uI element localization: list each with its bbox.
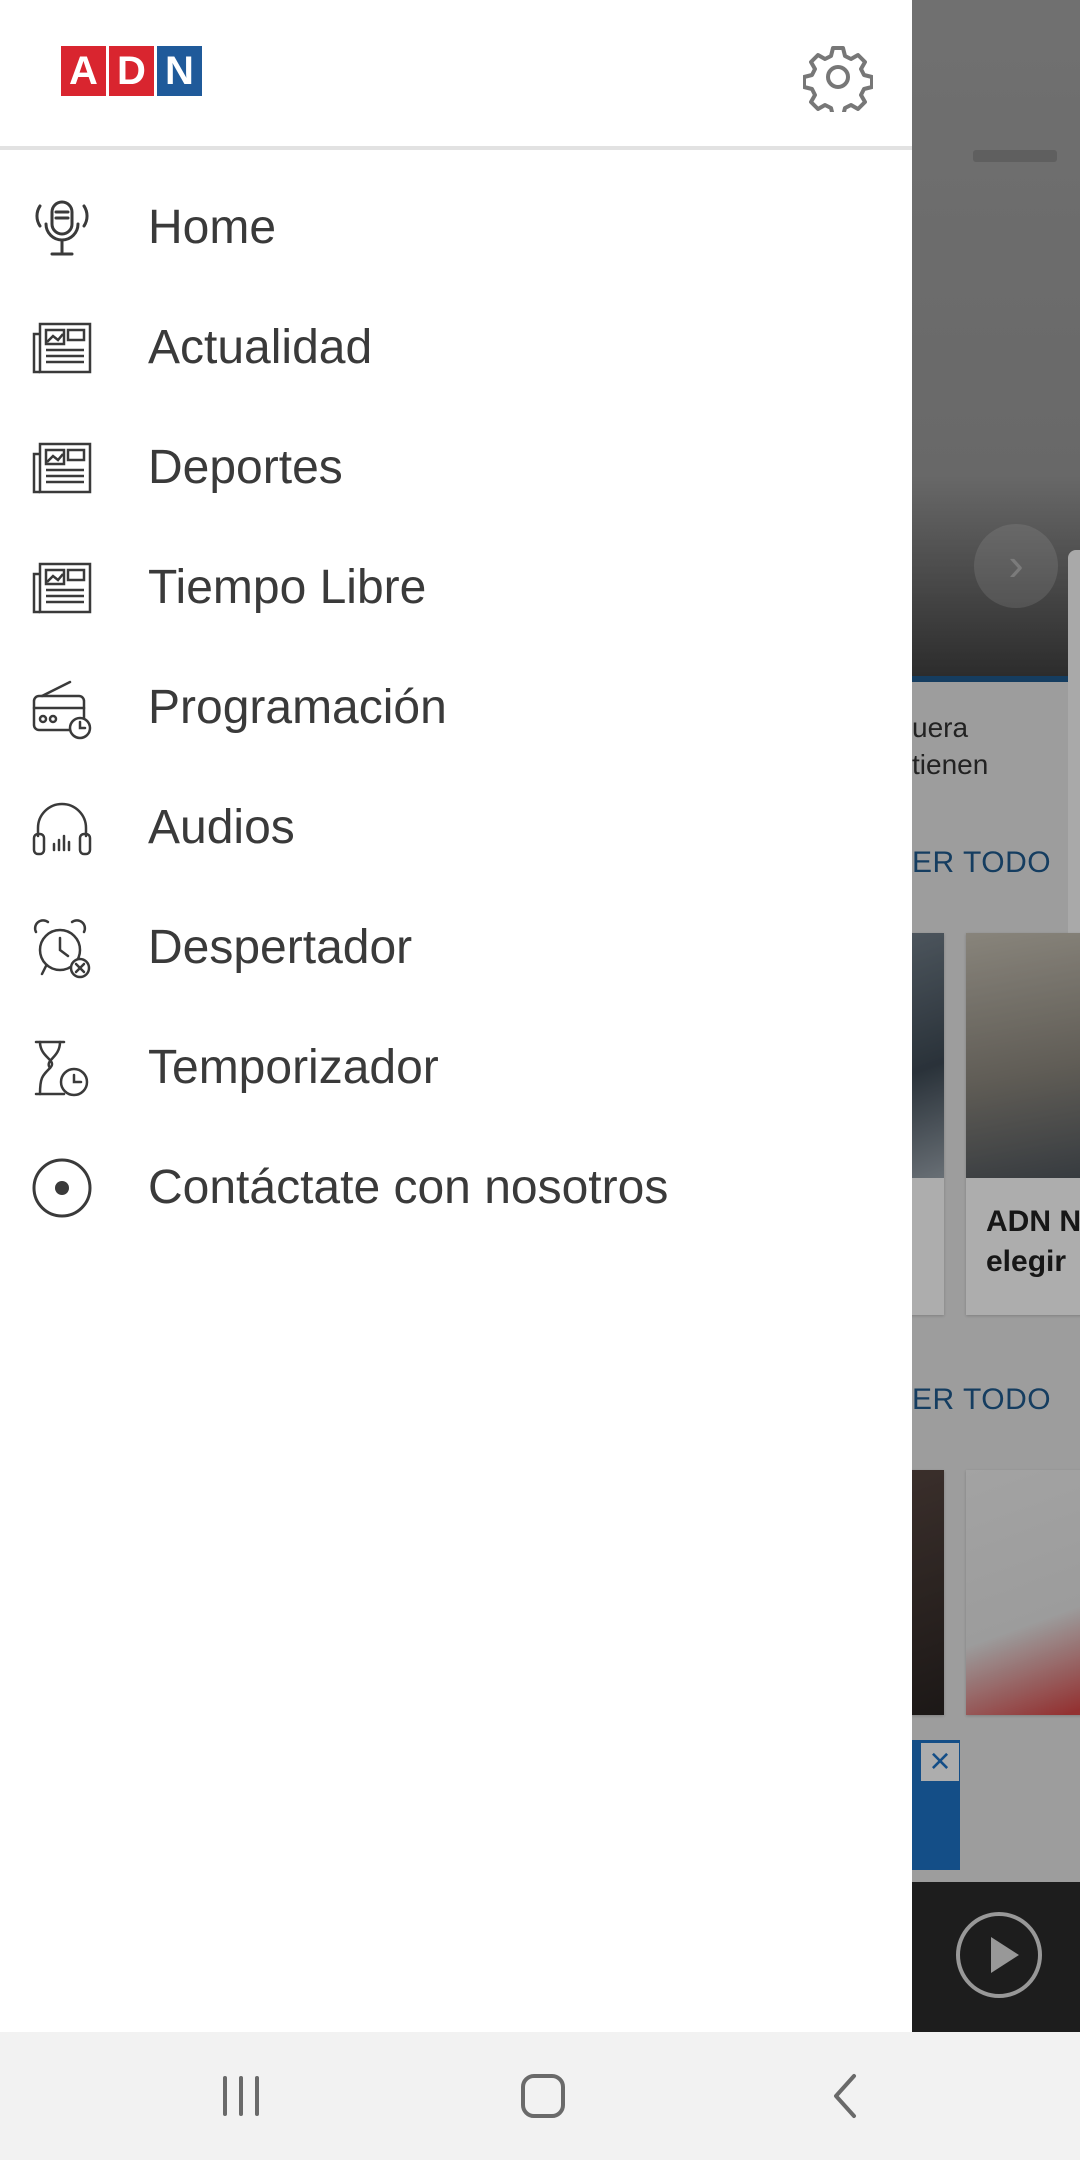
home-icon[interactable] [513,2066,573,2126]
menu-item-contacto[interactable]: Contáctate con nosotros [0,1128,912,1248]
headphones-icon [32,802,92,856]
menu-item-despertador[interactable]: Despertador [0,888,912,1008]
adn-logo: A D N [61,46,202,96]
menu-item-label: Home [148,201,277,254]
drawer-menu: Home Actualidad Deportes Tiempo Libre Pr… [0,168,912,1248]
logo-letter: D [109,46,154,96]
menu-item-label: Contáctate con nosotros [148,1161,669,1214]
menu-item-label: Audios [148,801,295,854]
logo-letter: A [61,46,106,96]
menu-item-actualidad[interactable]: Actualidad [0,288,912,408]
menu-item-label: Actualidad [148,321,373,374]
alarm-clock-icon [33,919,91,979]
logo-letter: N [157,46,202,96]
menu-item-audios[interactable]: Audios [0,768,912,888]
menu-item-deportes[interactable]: Deportes [0,408,912,528]
menu-item-temporizador[interactable]: Temporizador [0,1008,912,1128]
back-icon[interactable] [816,2066,876,2126]
navigation-drawer: A D N Home Actualidad Deportes Tiempo Li… [0,0,912,2032]
newspaper-icon [32,442,92,494]
menu-item-label: Tiempo Libre [148,561,427,614]
newspaper-icon [32,322,92,374]
gear-icon[interactable] [803,42,873,112]
newspaper-icon [32,562,92,614]
menu-item-home[interactable]: Home [0,168,912,288]
radio-button-icon [32,1158,92,1218]
radio-clock-icon [32,680,92,740]
recents-icon[interactable] [211,2066,271,2126]
microphone-icon [35,200,89,256]
menu-item-label: Temporizador [148,1041,439,1094]
menu-item-programacion[interactable]: Programación [0,648,912,768]
menu-item-tiempo-libre[interactable]: Tiempo Libre [0,528,912,648]
drawer-header: A D N [0,0,912,150]
hourglass-clock-icon [34,1040,89,1097]
menu-item-label: Deportes [148,441,343,494]
menu-item-label: Despertador [148,921,413,974]
menu-item-label: Programación [148,681,447,734]
system-navigation-bar [0,2032,1080,2160]
